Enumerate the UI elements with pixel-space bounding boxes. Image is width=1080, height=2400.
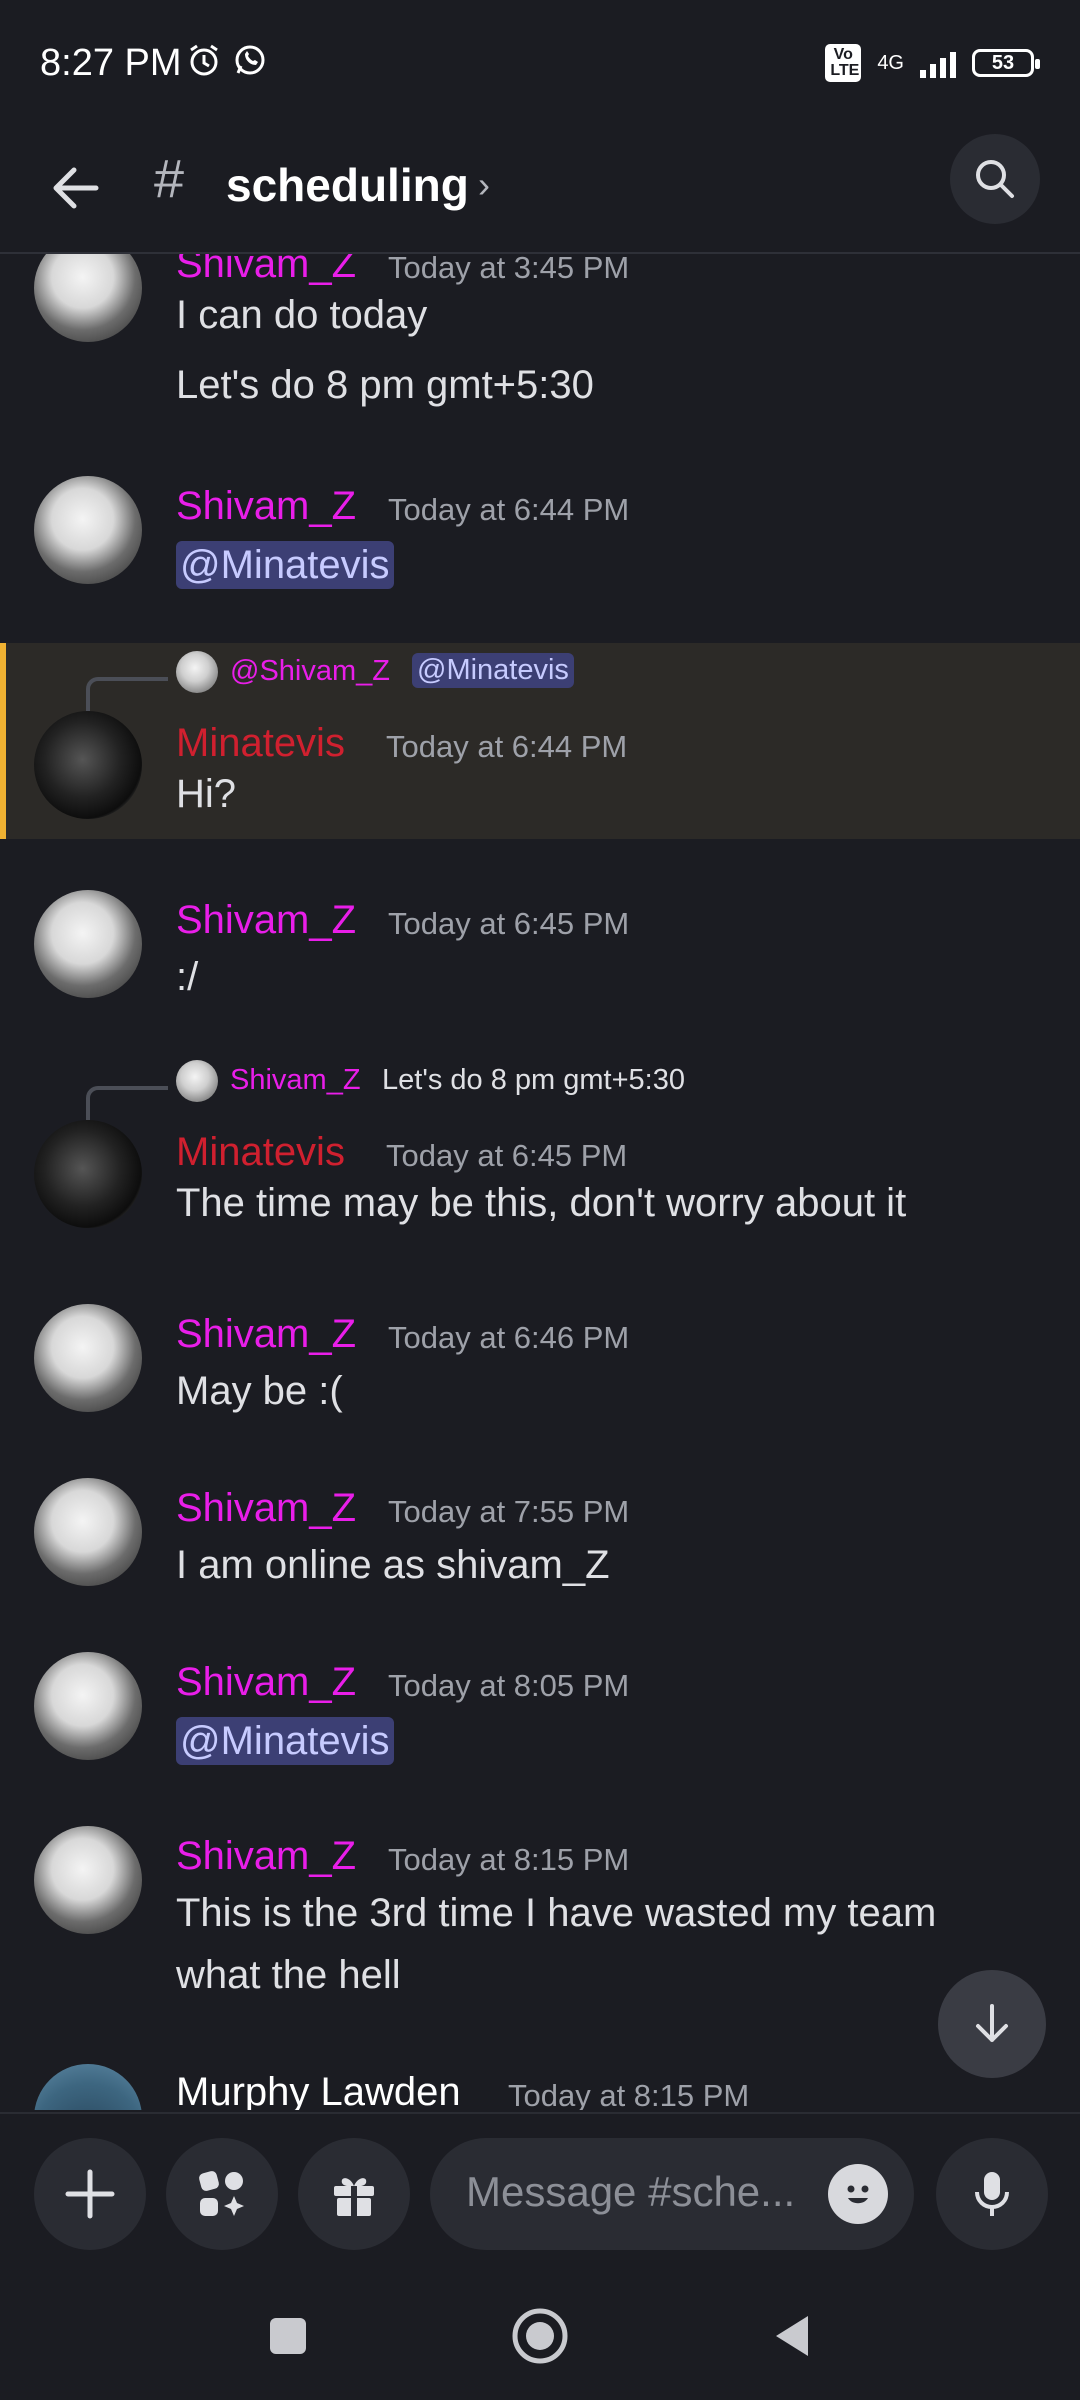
timestamp: Today at 3:45 PM — [388, 254, 630, 285]
status-bar: 8:27 PM Vo LTE 4G 53 — [0, 0, 1080, 128]
username[interactable]: Shivam_Z — [176, 1312, 356, 1357]
emoji-icon — [847, 2185, 869, 2204]
signal-icon — [920, 48, 956, 78]
reply-connector — [86, 677, 168, 711]
avatar[interactable] — [34, 1652, 142, 1760]
arrow-left-icon — [53, 167, 99, 209]
message-composer: Message #sche... — [0, 2112, 1080, 2276]
message-placeholder: Message #sche... — [466, 2168, 796, 2215]
reply-avatar — [176, 651, 218, 693]
username[interactable]: Shivam_Z — [176, 1660, 356, 1705]
message-text: The time may be this, don't worry about … — [176, 1181, 907, 1225]
microphone-icon — [975, 2172, 1009, 2216]
reply-text[interactable]: Let's do 8 pm gmt+5:30 — [382, 1064, 685, 1097]
message-text: May be :( — [176, 1369, 343, 1413]
status-system-icons: Vo LTE 4G 53 — [825, 44, 1040, 82]
status-notification-icons — [186, 42, 268, 78]
volte-icon: Vo LTE — [825, 44, 862, 82]
message-text: Let's do 8 pm gmt+5:30 — [176, 363, 594, 407]
voice-message-button[interactable] — [936, 2138, 1048, 2250]
username[interactable]: Murphy Lawden — [176, 2070, 461, 2110]
channel-header: # scheduling › — [0, 128, 1080, 254]
avatar[interactable] — [34, 476, 142, 584]
username[interactable]: Minatevis — [176, 721, 345, 766]
reply-avatar — [176, 1060, 218, 1102]
timestamp: Today at 8:15 PM — [388, 1842, 630, 1877]
timestamp: Today at 6:46 PM — [388, 1320, 630, 1355]
timestamp: Today at 6:45 PM — [386, 1138, 628, 1173]
avatar[interactable] — [34, 890, 142, 998]
timestamp: Today at 7:55 PM — [388, 1494, 630, 1529]
username[interactable]: Shivam_Z — [176, 1834, 356, 1879]
gift-icon — [334, 2178, 374, 2216]
user-mention[interactable]: @Minatevis — [176, 1717, 394, 1765]
reply-username[interactable]: Shivam_Z — [230, 1064, 361, 1097]
avatar[interactable] — [34, 254, 142, 342]
whatsapp-icon — [235, 45, 265, 75]
square-icon — [270, 2318, 306, 2354]
search-button[interactable] — [950, 134, 1040, 224]
avatar[interactable] — [34, 711, 142, 819]
message-text: I can do today — [176, 293, 428, 337]
apps-icon — [199, 2171, 244, 2216]
username[interactable]: Shivam_Z — [176, 898, 356, 943]
avatar[interactable] — [34, 1826, 142, 1934]
reply-username[interactable]: @Shivam_Z — [230, 655, 390, 688]
home-circle-icon — [512, 2308, 568, 2364]
message-list[interactable]: Shivam_Z Today at 3:45 PM I can do today… — [0, 254, 1080, 2110]
triangle-back-icon — [776, 2316, 808, 2356]
arrow-down-icon — [976, 2004, 1008, 2042]
timestamp: Today at 8:05 PM — [388, 1668, 630, 1703]
apps-button[interactable] — [166, 2138, 278, 2250]
back-button[interactable] — [40, 152, 112, 224]
message-text: :/ — [176, 955, 199, 999]
reply-connector — [86, 1086, 168, 1120]
user-mention[interactable]: @Minatevis — [176, 541, 394, 589]
back-nav-button[interactable] — [752, 2296, 832, 2376]
message-text: what the hell — [176, 1953, 401, 1997]
channel-title[interactable]: scheduling — [226, 158, 469, 212]
battery-icon: 53 — [972, 49, 1040, 77]
channel-hash-icon: # — [154, 149, 185, 209]
timestamp: Today at 6:45 PM — [388, 906, 630, 941]
alarm-icon — [190, 44, 218, 76]
username[interactable]: Shivam_Z — [176, 254, 356, 287]
timestamp: Today at 6:44 PM — [386, 729, 628, 764]
jump-to-bottom-button[interactable] — [938, 1970, 1046, 2078]
timestamp: Today at 8:15 PM — [508, 2078, 750, 2110]
avatar[interactable] — [34, 1304, 142, 1412]
emoji-button[interactable] — [828, 2164, 888, 2224]
search-icon — [976, 160, 1014, 198]
gift-button[interactable] — [298, 2138, 410, 2250]
avatar[interactable] — [34, 1478, 142, 1586]
message-text: This is the 3rd time I have wasted my te… — [176, 1891, 937, 1935]
reply-mention[interactable]: @Minatevis — [412, 653, 574, 688]
username[interactable]: Minatevis — [176, 1130, 345, 1175]
network-type: 4G — [877, 51, 904, 74]
username[interactable]: Shivam_Z — [176, 484, 356, 529]
message-text: I am online as shivam_Z — [176, 1543, 610, 1587]
status-time: 8:27 PM — [40, 42, 182, 84]
plus-icon — [65, 2169, 115, 2219]
avatar[interactable] — [34, 2064, 142, 2110]
add-attachment-button[interactable] — [34, 2138, 146, 2250]
recent-apps-button[interactable] — [248, 2296, 328, 2376]
username[interactable]: Shivam_Z — [176, 1486, 356, 1531]
message-text: Hi? — [176, 772, 237, 816]
home-button[interactable] — [500, 2296, 580, 2376]
timestamp: Today at 6:44 PM — [388, 492, 630, 527]
message-input[interactable]: Message #sche... — [430, 2138, 914, 2250]
chevron-right-icon[interactable]: › — [478, 164, 490, 206]
avatar[interactable] — [34, 1120, 142, 1228]
system-nav-bar — [0, 2274, 1080, 2400]
